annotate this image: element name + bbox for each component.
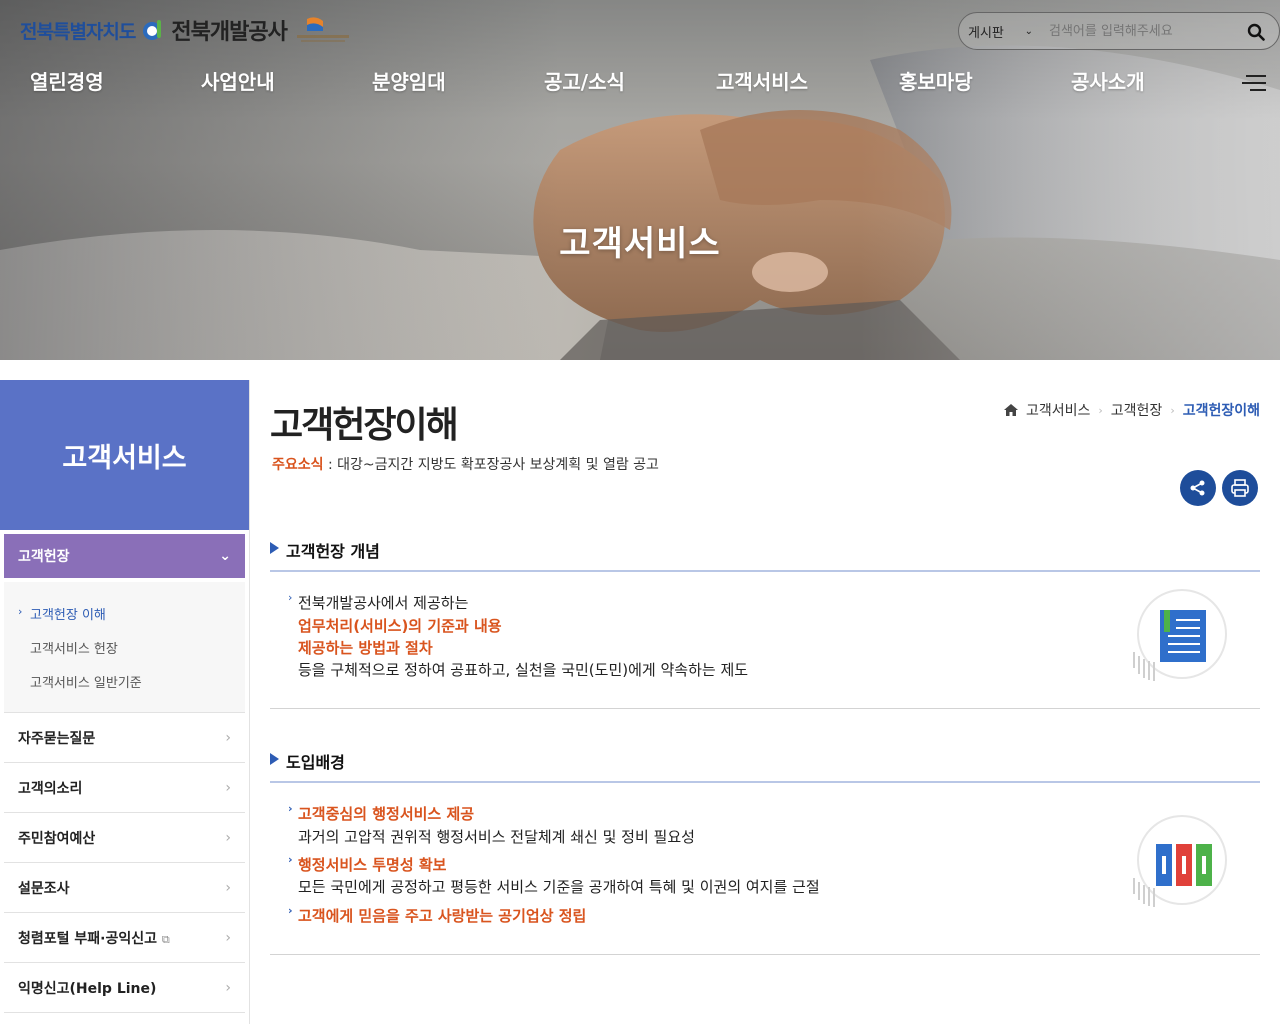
lnb-item-faq[interactable]: 자주묻는질문 › — [4, 713, 245, 763]
search-bar: 게시판 ⌄ — [958, 12, 1280, 50]
section-end-divider — [270, 708, 1260, 709]
gnb-item-business[interactable]: 사업안내 — [201, 66, 275, 95]
section-end-divider — [270, 954, 1260, 955]
site-logo[interactable]: 전북특별자치도 전북개발공사 — [20, 12, 351, 48]
background-item-desc: 과거의 고압적 권위적 행정서비스 전달체계 쇄신 및 정비 필요성 — [298, 828, 695, 846]
section-title-background: 도입배경 — [270, 749, 345, 773]
chevron-right-icon: › — [1170, 403, 1175, 417]
chevron-down-icon: ⌄ — [219, 548, 231, 564]
page-tools — [1180, 470, 1258, 506]
breadcrumb-current: 고객헌장이해 — [1182, 403, 1260, 419]
chevron-right-icon: › — [225, 979, 231, 996]
chevron-down-icon: ⌄ — [1024, 25, 1033, 37]
concept-line: 전북개발공사에서 제공하는 — [288, 591, 468, 613]
print-icon — [1231, 479, 1249, 497]
lnb-item-voice[interactable]: 고객의소리 › — [4, 763, 245, 813]
chevron-right-icon: › — [225, 729, 231, 746]
search-icon[interactable] — [1247, 23, 1265, 41]
concept-highlight: 제공하는 방법과 절차 — [298, 639, 433, 657]
gnb-item-about[interactable]: 공사소개 — [1071, 66, 1145, 95]
book-icon — [1133, 589, 1227, 681]
lnb-submenu: 고객헌장 이해 고객서비스 헌장 고객서비스 일반기준 — [4, 582, 245, 713]
hero-banner: 전북특별자치도 전북개발공사 게시판⌄ 열린경영 사업안내 분양임대 공고/소식… — [0, 0, 1280, 360]
page-title: 고객헌장이해 — [270, 405, 459, 446]
concept-line: 등을 구체적으로 정하여 공표하고, 실천을 국민(도민)에게 약속하는 제도 — [298, 661, 749, 679]
lnb-sub-general-standard[interactable]: 고객서비스 일반기준 — [4, 664, 245, 698]
gnb-item-customer-service[interactable]: 고객서비스 — [716, 66, 808, 95]
background-item-head: 고객중심의 행정서비스 제공 — [288, 802, 474, 824]
section-divider — [270, 781, 1260, 783]
section-divider — [270, 570, 1260, 572]
gnb-item-pr[interactable]: 홍보마당 — [899, 66, 973, 95]
background-item-head: 행정서비스 투명성 확보 — [288, 853, 446, 875]
lnb-sub-charter-understanding[interactable]: 고객헌장 이해 — [4, 596, 245, 630]
background-item-desc: 모든 국민에게 공정하고 평등한 서비스 기준을 공개하여 특혜 및 이권의 여… — [298, 878, 820, 896]
lnb-item-budget[interactable]: 주민참여예산 › — [4, 813, 245, 863]
gnb-item-notice[interactable]: 공고/소식 — [544, 66, 625, 95]
slogan-emblem-icon — [296, 17, 349, 42]
chevron-right-icon: › — [225, 879, 231, 896]
section-title-concept: 고객헌장 개념 — [270, 538, 380, 562]
global-nav: 열린경영 사업안내 분양임대 공고/소식 고객서비스 홍보마당 공사소개 — [0, 66, 1280, 100]
gnb-item-open-management[interactable]: 열린경영 — [30, 66, 104, 95]
main-news[interactable]: 주요소식 : 대강~금지간 지방도 확포장공사 보상계획 및 열람 공고 — [272, 454, 659, 474]
home-icon[interactable] — [1003, 404, 1018, 416]
background-item-head: 고객에게 믿음을 주고 사랑받는 공기업상 정립 — [288, 904, 586, 926]
bar-chart-icon — [1133, 815, 1227, 907]
chevron-right-icon: › — [225, 779, 231, 796]
local-nav: 고객서비스 고객헌장 ⌄ 고객헌장 이해 고객서비스 헌장 고객서비스 일반기준… — [0, 380, 250, 1024]
chevron-right-icon: › — [1098, 403, 1103, 417]
breadcrumb-item[interactable]: 고객헌장 — [1111, 400, 1163, 420]
lnb-item-integrity-portal[interactable]: 청렴포털 부패·공익신고 ⧉ › — [4, 913, 245, 963]
share-icon — [1190, 480, 1205, 496]
print-button[interactable] — [1222, 470, 1258, 506]
chevron-right-icon: › — [225, 829, 231, 846]
lnb-item-helpline[interactable]: 익명신고(Help Line) › — [4, 963, 245, 1013]
external-link-icon: ⧉ — [161, 932, 170, 946]
chevron-right-icon: › — [225, 929, 231, 946]
logo-corp-name: 전북개발공사 — [171, 20, 287, 45]
breadcrumb-item[interactable]: 고객서비스 — [1026, 400, 1090, 420]
lnb-sub-service-charter[interactable]: 고객서비스 헌장 — [4, 630, 245, 664]
breadcrumb: 고객서비스 › 고객헌장 › 고객헌장이해 — [1003, 400, 1260, 420]
gnb-item-sale-lease[interactable]: 분양임대 — [372, 66, 446, 95]
lnb-title: 고객서비스 — [0, 380, 249, 530]
news-text: : 대강~금지간 지방도 확포장공사 보상계획 및 열람 공고 — [323, 457, 659, 473]
search-input[interactable] — [1039, 22, 1219, 40]
search-category-select[interactable]: 게시판 ⌄ — [959, 22, 1039, 41]
news-label: 주요소식 — [272, 457, 324, 473]
concept-highlight: 업무처리(서비스)의 기준과 내용 — [298, 617, 502, 635]
logo-mark-icon — [143, 20, 162, 40]
menu-icon[interactable] — [1242, 74, 1266, 92]
lnb-item-survey[interactable]: 설문조사 › — [4, 863, 245, 913]
lnb-item-charter[interactable]: 고객헌장 ⌄ — [4, 534, 245, 578]
share-button[interactable] — [1180, 470, 1216, 506]
hero-title: 고객서비스 — [559, 224, 721, 264]
logo-region: 전북특별자치도 — [20, 20, 136, 43]
